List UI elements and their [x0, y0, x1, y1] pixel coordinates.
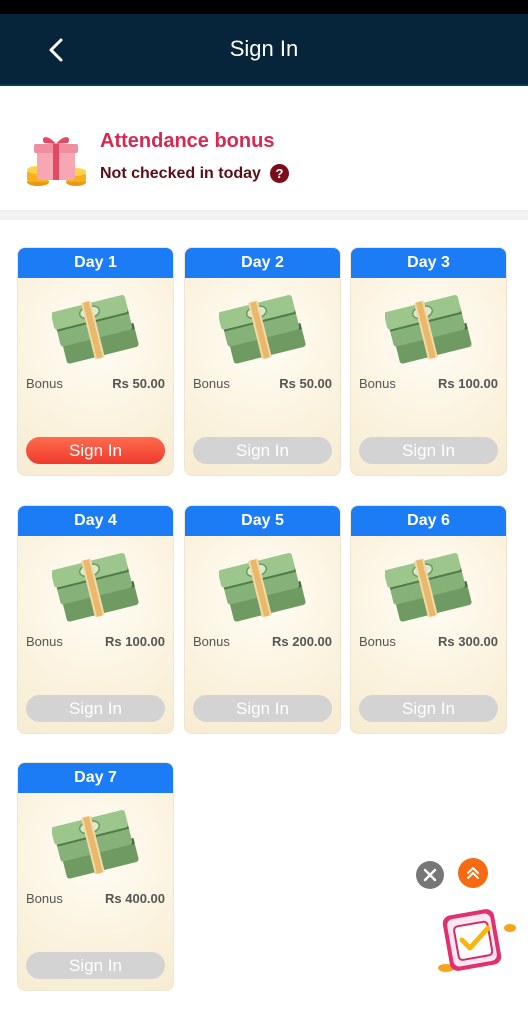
bonus-amount: Rs 200.00 — [272, 634, 332, 649]
attendance-status-text: Not checked in today — [100, 164, 261, 182]
day-card: Day 3 Bonus Rs 100.00 Sign In — [350, 247, 507, 476]
status-bar — [0, 0, 528, 14]
bonus-label: Bonus — [359, 634, 396, 649]
attendance-status: Not checked in today ? — [100, 164, 289, 183]
section-divider — [0, 210, 528, 220]
sign-in-button[interactable]: Sign In — [26, 695, 165, 722]
day-label: Day 2 — [185, 248, 340, 278]
cash-stack-icon — [385, 295, 472, 364]
cash-stack-icon — [52, 295, 139, 364]
day-card: Day 1 Bonus Rs 50.00 Sign In — [17, 247, 174, 476]
cash-stack-icon — [219, 553, 306, 622]
bonus-amount: Rs 100.00 — [105, 634, 165, 649]
cash-stack-icon — [52, 553, 139, 622]
close-floating-button[interactable] — [416, 861, 444, 889]
bonus-amount: Rs 50.00 — [279, 376, 332, 391]
promo-floating-button[interactable] — [432, 906, 518, 980]
double-chevron-up-icon — [467, 867, 479, 879]
day-card: Day 4 Bonus Rs 100.00 Sign In — [17, 505, 174, 734]
bonus-amount: Rs 50.00 — [112, 376, 165, 391]
bonus-label: Bonus — [193, 634, 230, 649]
attendance-panel: Attendance bonus Not checked in today ? — [0, 88, 528, 210]
bonus-amount: Rs 400.00 — [105, 891, 165, 906]
day-label: Day 3 — [351, 248, 506, 278]
attendance-title: Attendance bonus — [100, 130, 275, 152]
sign-in-button[interactable]: Sign In — [359, 437, 498, 464]
bonus-label: Bonus — [193, 376, 230, 391]
bonus-label: Bonus — [26, 376, 63, 391]
bonus-amount: Rs 100.00 — [438, 376, 498, 391]
scroll-top-button[interactable] — [458, 858, 488, 888]
app-header: Sign In — [0, 14, 528, 86]
bonus-label: Bonus — [26, 891, 63, 906]
sign-in-button[interactable]: Sign In — [193, 695, 332, 722]
bonus-label: Bonus — [26, 634, 63, 649]
day-label: Day 7 — [18, 763, 173, 793]
gift-coins-icon — [27, 137, 86, 186]
day-label: Day 5 — [185, 506, 340, 536]
day-card: Day 5 Bonus Rs 200.00 Sign In — [184, 505, 341, 734]
bonus-amount: Rs 300.00 — [438, 634, 498, 649]
day-card: Day 6 Bonus Rs 300.00 Sign In — [350, 505, 507, 734]
day-grid: Day 1 Bonus Rs 50.00 Sign In Day 2 Bonus… — [0, 220, 528, 1024]
day-label: Day 1 — [18, 248, 173, 278]
question-icon[interactable]: ? — [269, 164, 289, 183]
sign-in-button[interactable]: Sign In — [26, 437, 165, 464]
close-icon — [423, 868, 437, 882]
cash-stack-icon — [52, 810, 139, 879]
cash-stack-icon — [219, 295, 306, 364]
sign-in-button[interactable]: Sign In — [193, 437, 332, 464]
sign-in-button[interactable]: Sign In — [359, 695, 498, 722]
cash-stack-icon — [385, 553, 472, 622]
day-card: Day 2 Bonus Rs 50.00 Sign In — [184, 247, 341, 476]
day-card: Day 7 Bonus Rs 400.00 Sign In — [17, 762, 174, 991]
day-label: Day 6 — [351, 506, 506, 536]
page-title: Sign In — [229, 36, 299, 61]
day-label: Day 4 — [18, 506, 173, 536]
promo-checkbox-icon — [438, 909, 516, 972]
sign-in-button[interactable]: Sign In — [26, 952, 165, 979]
bonus-label: Bonus — [359, 376, 396, 391]
